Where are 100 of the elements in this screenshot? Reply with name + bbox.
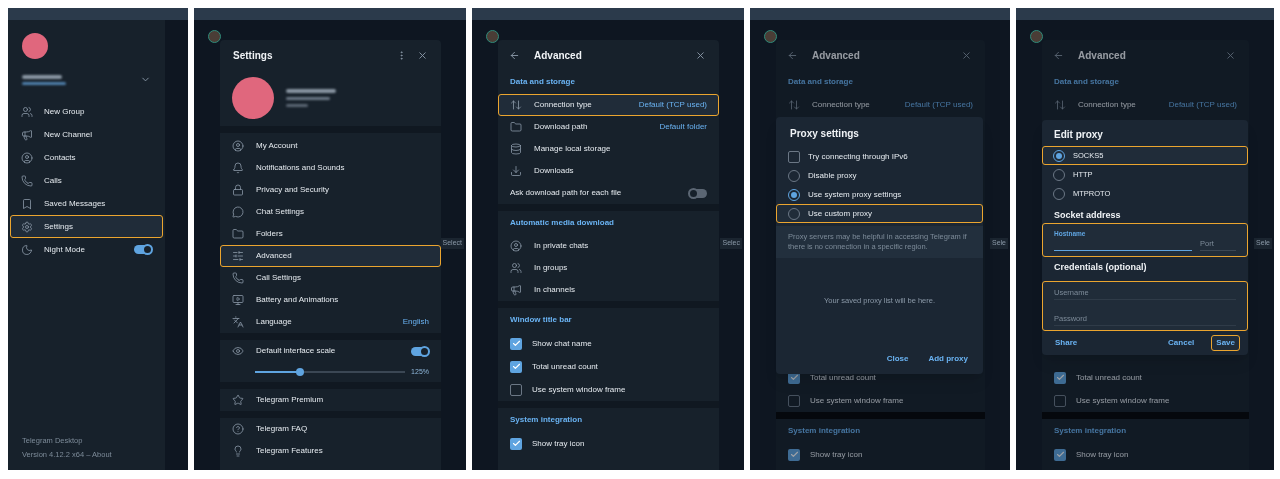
sliders-icon [232, 250, 244, 262]
menu-item[interactable]: Privacy and Security [220, 179, 441, 201]
menu-item[interactable]: Notifications and Sounds [220, 157, 441, 179]
checkbox-row[interactable]: Show tray icon [498, 432, 719, 455]
avatar [1030, 30, 1043, 43]
toggle-switch[interactable] [134, 245, 152, 254]
checkbox-row[interactable]: Total unread count [1042, 366, 1249, 389]
menu-item[interactable]: In channels [498, 279, 719, 301]
menu-item[interactable]: New Group [10, 100, 163, 123]
close-icon[interactable] [1225, 49, 1236, 61]
panel-title: Advanced [812, 48, 860, 63]
up-down-arrows-icon [510, 99, 522, 111]
menu-item[interactable]: Call Settings [220, 267, 441, 289]
blurred-profile-text-drawing [22, 74, 66, 85]
checkbox-row[interactable]: Use system window frame [498, 378, 719, 401]
megaphone-icon [21, 128, 33, 141]
checkbox-row[interactable]: Use system window frame [776, 389, 985, 412]
checkbox[interactable] [510, 437, 522, 450]
settings-icon [21, 220, 33, 233]
dialog-button[interactable]: Cancel [1163, 335, 1200, 351]
checkbox[interactable] [788, 394, 800, 407]
setting-value: English [402, 316, 429, 328]
menu-item[interactable]: Connection type Default (TCP used) [776, 94, 985, 116]
star-icon [232, 394, 244, 406]
menu-item[interactable]: Manage local storage [498, 138, 719, 160]
menu-item[interactable]: Chat Settings [220, 201, 441, 223]
dialog-button[interactable]: Save [1211, 335, 1240, 351]
dialog-title: Edit proxy [1053, 128, 1104, 142]
section-title: Credentials (optional) [1053, 261, 1148, 274]
person-circle-icon [510, 240, 522, 252]
checkbox-row[interactable]: Total unread count [498, 355, 719, 378]
menu-item[interactable]: Advanced [220, 245, 441, 267]
option-row[interactable]: Use system proxy settings [776, 185, 983, 204]
lightbulb-icon [232, 445, 244, 457]
avatar [764, 30, 777, 43]
menu-item[interactable]: Download path Default folder [498, 116, 719, 138]
menu-item[interactable]: New Channel [10, 123, 163, 146]
option-row[interactable]: Try connecting through IPv6 [776, 147, 983, 166]
phone-icon [21, 174, 33, 187]
phone-icon [232, 272, 244, 284]
translate-icon [232, 316, 244, 328]
close-icon[interactable] [417, 49, 428, 61]
person-circle-icon [232, 140, 244, 152]
setting-value: Default (TCP used) [1168, 99, 1237, 111]
lock-icon [232, 184, 244, 196]
menu-item[interactable]: Connection type Default (TCP used) [498, 94, 719, 116]
menu-item[interactable]: Language English [220, 311, 441, 333]
section-title: Data and storage [787, 76, 854, 88]
option-row[interactable]: Disable proxy [776, 166, 983, 185]
close-icon[interactable] [961, 49, 972, 61]
slider-thumb[interactable] [296, 368, 304, 376]
menu-item[interactable]: Telegram Premium [220, 389, 441, 411]
checkbox-row[interactable]: Show chat name [498, 332, 719, 355]
checkbox-row[interactable]: Show tray icon [1042, 443, 1249, 466]
menu-item[interactable]: Downloads [498, 160, 719, 182]
option-row[interactable]: Use custom proxy [776, 204, 983, 223]
back-arrow-icon[interactable] [787, 49, 798, 61]
menu-item[interactable]: In private chats [498, 235, 719, 257]
menu-item[interactable]: Calls [10, 169, 163, 192]
checkbox[interactable] [510, 360, 522, 373]
toggle-row[interactable]: Ask download path for each file [498, 182, 719, 204]
toggle-switch[interactable] [689, 188, 707, 198]
back-arrow-icon[interactable] [509, 49, 520, 61]
toggle-switch[interactable] [411, 346, 429, 356]
download-icon [510, 165, 522, 177]
menu-item[interactable]: Connection type Default (TCP used) [1042, 94, 1249, 116]
section-title: Socket address [1053, 209, 1122, 222]
menu-item[interactable]: In groups [498, 257, 719, 279]
checkbox[interactable] [1054, 394, 1066, 407]
checkbox[interactable] [1054, 448, 1066, 461]
menu-item[interactable]: Settings [10, 215, 163, 238]
checkbox[interactable] [788, 448, 800, 461]
checkbox[interactable] [510, 383, 522, 396]
back-arrow-icon[interactable] [1053, 49, 1064, 61]
checkbox[interactable] [788, 150, 800, 163]
menu-item[interactable]: Saved Messages [10, 192, 163, 215]
menu-item[interactable]: Battery and Animations [220, 289, 441, 311]
section-title: System integration [1053, 425, 1127, 437]
menu-item[interactable]: Telegram Features [220, 440, 441, 462]
eye-icon [232, 345, 244, 357]
dialog-button[interactable]: Add proxy [921, 350, 975, 368]
dialog-title: Proxy settings [789, 127, 860, 141]
section-title: Data and storage [509, 76, 576, 88]
checkbox[interactable] [1054, 371, 1066, 384]
dialog-button[interactable]: Close [879, 350, 916, 368]
dialog-button[interactable]: Share [1050, 335, 1083, 351]
close-icon[interactable] [695, 49, 706, 61]
menu-item[interactable]: Contacts [10, 146, 163, 169]
avatar [22, 33, 48, 59]
menu-item[interactable]: Night Mode [10, 238, 163, 261]
megaphone-icon [510, 284, 522, 296]
section-title: System integration [787, 425, 861, 437]
menu-item[interactable]: Folders [220, 223, 441, 245]
menu-item[interactable]: My Account [220, 135, 441, 157]
checkbox-row[interactable]: Show tray icon [776, 443, 985, 466]
folder-icon [510, 121, 522, 133]
checkbox-row[interactable]: Use system window frame [1042, 389, 1249, 412]
panel-title: Settings [233, 48, 273, 63]
checkbox[interactable] [510, 337, 522, 350]
menu-item[interactable]: Telegram FAQ [220, 418, 441, 440]
